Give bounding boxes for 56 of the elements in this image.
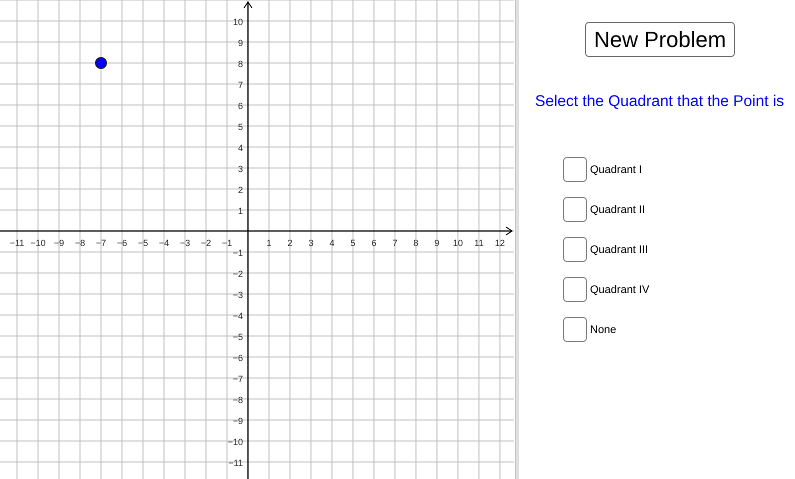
checkbox[interactable] [563, 157, 587, 182]
instruction-text: Select the Quadrant that the Point is [535, 93, 784, 111]
tick-label: 10 [232, 17, 243, 27]
option-label: Quadrant III [590, 244, 648, 256]
tick-label: 3 [308, 238, 314, 248]
tick-label: −10 [228, 437, 243, 447]
tick-label: 8 [238, 59, 243, 69]
option-label: None [590, 324, 616, 336]
option-label: Quadrant I [590, 164, 642, 176]
tick-label: 2 [238, 185, 243, 195]
tick-label: −8 [232, 395, 243, 405]
checkbox[interactable] [563, 317, 587, 342]
tick-label: 4 [329, 238, 334, 248]
tick-label: 9 [434, 238, 440, 248]
tick-label: −7 [96, 238, 106, 248]
tick-label: 11 [474, 238, 484, 248]
checkbox[interactable] [563, 237, 587, 262]
tick-label: −5 [138, 238, 148, 248]
tick-label: 1 [238, 206, 243, 216]
new-problem-button[interactable]: New Problem [585, 22, 736, 57]
tick-label: −9 [232, 416, 243, 426]
tick-label: −3 [232, 290, 243, 300]
tick-label: 10 [452, 238, 463, 248]
tick-label: −8 [74, 238, 86, 248]
option-label: Quadrant IV [590, 284, 650, 296]
tick-label: −9 [54, 238, 64, 248]
tick-label: −2 [232, 269, 243, 279]
tick-label: 6 [238, 101, 243, 111]
tick-label: −5 [232, 332, 243, 342]
tick-label: −6 [232, 353, 243, 363]
tick-label: 1 [266, 238, 272, 248]
tick-label: 7 [238, 80, 243, 90]
tick-label: −6 [116, 238, 128, 248]
tick-label: 5 [238, 122, 243, 132]
tick-label: 4 [238, 143, 243, 153]
tick-label: −11 [228, 458, 243, 468]
tick-label: −1 [232, 248, 243, 258]
tick-label: −11 [10, 238, 24, 248]
tick-label: −1 [222, 238, 232, 248]
tick-label: −4 [158, 238, 170, 248]
tick-label: 9 [238, 38, 243, 48]
option-label: Quadrant II [590, 204, 646, 216]
tick-label: 5 [350, 238, 356, 248]
tick-label: 3 [238, 164, 243, 174]
tick-label: 2 [287, 238, 292, 248]
tick-label: −4 [232, 311, 243, 321]
tick-label: 6 [371, 238, 376, 248]
tick-label: 8 [413, 238, 418, 248]
tick-label: −3 [180, 238, 190, 248]
checkbox[interactable] [563, 277, 587, 302]
tick-label: −10 [30, 238, 46, 248]
checkbox[interactable] [563, 197, 587, 222]
tick-label: −2 [200, 238, 212, 248]
tick-label: 7 [392, 238, 398, 248]
tick-label: −7 [232, 374, 243, 384]
tick-label: 12 [494, 238, 505, 248]
